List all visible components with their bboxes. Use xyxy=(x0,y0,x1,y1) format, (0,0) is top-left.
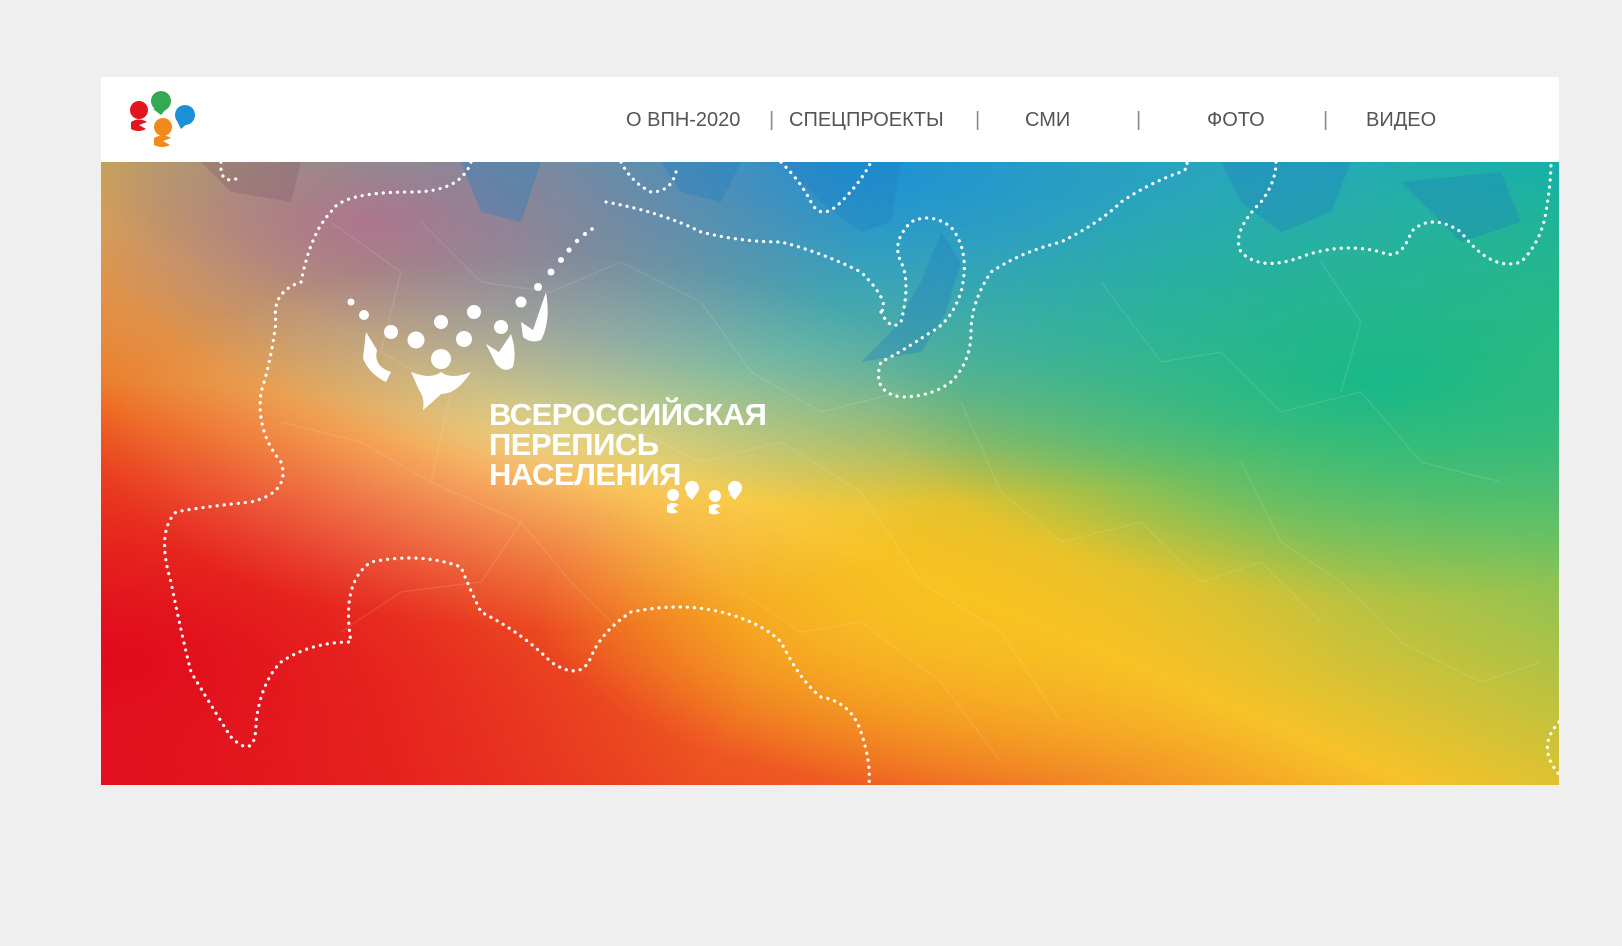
nav-item-photo[interactable]: ФОТО xyxy=(1207,107,1265,133)
page-frame: О ВПН-2020 | СПЕЦПРОЕКТЫ | СМИ | ФОТО | … xyxy=(7,7,1615,939)
nav-separator: | xyxy=(975,109,981,131)
nav-separator: | xyxy=(769,109,775,131)
nav-separator: | xyxy=(1136,109,1142,131)
nav-item-special-projects[interactable]: СПЕЦПРОЕКТЫ xyxy=(789,107,944,133)
hero-title-line-3: НАСЕЛЕНИЯ xyxy=(489,457,681,492)
nav-item-media[interactable]: СМИ xyxy=(1025,107,1070,133)
hero-title-line-1: ВСЕРОССИЙСКАЯ xyxy=(489,397,767,432)
site-header: О ВПН-2020 | СПЕЦПРОЕКТЫ | СМИ | ФОТО | … xyxy=(101,77,1559,162)
hero-title: ВСЕРОССИЙСКАЯ ПЕРЕПИСЬ НАСЕЛЕНИЯ xyxy=(489,397,767,492)
main-nav: О ВПН-2020 | СПЕЦПРОЕКТЫ | СМИ | ФОТО | … xyxy=(101,107,1559,133)
hero-title-line-2: ПЕРЕПИСЬ xyxy=(489,427,659,462)
hero-banner: ВСЕРОССИЙСКАЯ ПЕРЕПИСЬ НАСЕЛЕНИЯ xyxy=(101,162,1559,785)
site-card: О ВПН-2020 | СПЕЦПРОЕКТЫ | СМИ | ФОТО | … xyxy=(101,77,1559,785)
nav-item-about[interactable]: О ВПН-2020 xyxy=(626,107,740,133)
russia-map-rainbow-gradient xyxy=(101,162,1559,785)
nav-separator: | xyxy=(1323,109,1329,131)
nav-item-video[interactable]: ВИДЕО xyxy=(1366,107,1436,133)
